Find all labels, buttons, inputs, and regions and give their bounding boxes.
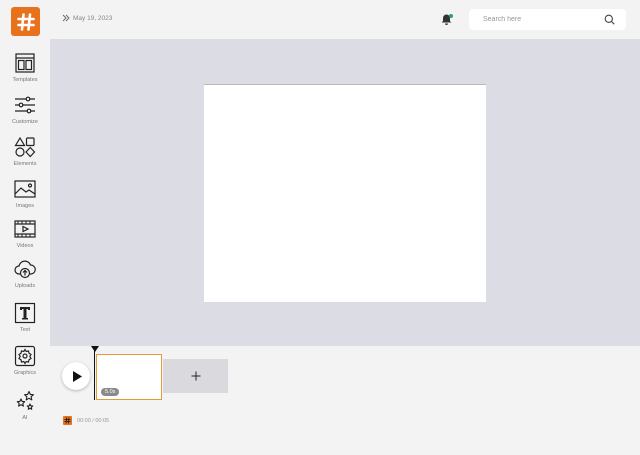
sidebar-item-graphics[interactable]: Graphics — [0, 345, 50, 376]
add-clip-button[interactable] — [163, 359, 228, 393]
sidebar-item-text[interactable]: Text — [0, 302, 50, 333]
sidebar-item-label: Text — [19, 327, 31, 333]
sidebar-item-ai[interactable]: AI — [0, 390, 50, 421]
image-icon — [14, 180, 36, 198]
sidebar-item-label: Images — [15, 203, 35, 209]
graphics-icon — [14, 345, 36, 367]
search-icon[interactable] — [604, 14, 615, 25]
top-bar: May 19, 2023 — [50, 0, 640, 39]
notification-dot — [449, 14, 453, 18]
design-page[interactable] — [204, 85, 486, 302]
hashtag-icon — [16, 12, 35, 31]
play-button[interactable] — [62, 362, 90, 390]
sidebar-item-label: Customize — [12, 119, 38, 125]
chevron-double-right-icon[interactable] — [62, 14, 70, 22]
text-icon — [14, 302, 36, 324]
sidebar-item-elements[interactable]: Elements — [0, 136, 50, 167]
sidebar-item-videos[interactable]: Videos — [0, 218, 50, 249]
clip-duration-badge: 5.0s — [101, 388, 120, 396]
plus-icon — [191, 371, 200, 381]
hashtag-icon — [64, 417, 71, 424]
timeline-clip[interactable]: 5.0s — [96, 354, 162, 400]
app-logo[interactable] — [11, 7, 40, 36]
sidebar-item-customize[interactable]: Customize — [0, 94, 50, 125]
date-display: May 19, 2023 — [62, 14, 112, 22]
sidebar: Templates Customize Elements Images Vide… — [0, 0, 50, 455]
project-date: May 19, 2023 — [73, 14, 113, 22]
search-input[interactable] — [483, 16, 593, 23]
canvas-workspace — [50, 39, 640, 346]
sidebar-item-label: Graphics — [13, 370, 36, 376]
playhead-marker — [91, 346, 99, 352]
video-icon — [14, 220, 36, 238]
sidebar-item-label: Templates — [12, 77, 38, 83]
playhead-line — [94, 350, 95, 400]
sidebar-item-label: Uploads — [14, 283, 36, 289]
shapes-icon — [14, 136, 36, 158]
sidebar-item-images[interactable]: Images — [0, 178, 50, 209]
timeline: 5.0s 00:00 / 00:05 — [50, 346, 640, 455]
project-logo — [63, 416, 72, 425]
sidebar-item-label: Elements — [13, 161, 37, 167]
sliders-icon — [15, 96, 35, 114]
sidebar-item-label: Videos — [16, 243, 34, 249]
time-display: 00:00 / 00:05 — [77, 418, 110, 424]
sidebar-item-templates[interactable]: Templates — [0, 52, 50, 83]
sparkles-icon — [16, 390, 34, 410]
cloud-upload-icon — [14, 260, 36, 279]
sidebar-item-uploads[interactable]: Uploads — [0, 258, 50, 289]
templates-icon — [15, 53, 35, 73]
play-icon — [72, 370, 82, 382]
search-bar — [469, 9, 626, 30]
sidebar-item-label: AI — [22, 415, 28, 421]
